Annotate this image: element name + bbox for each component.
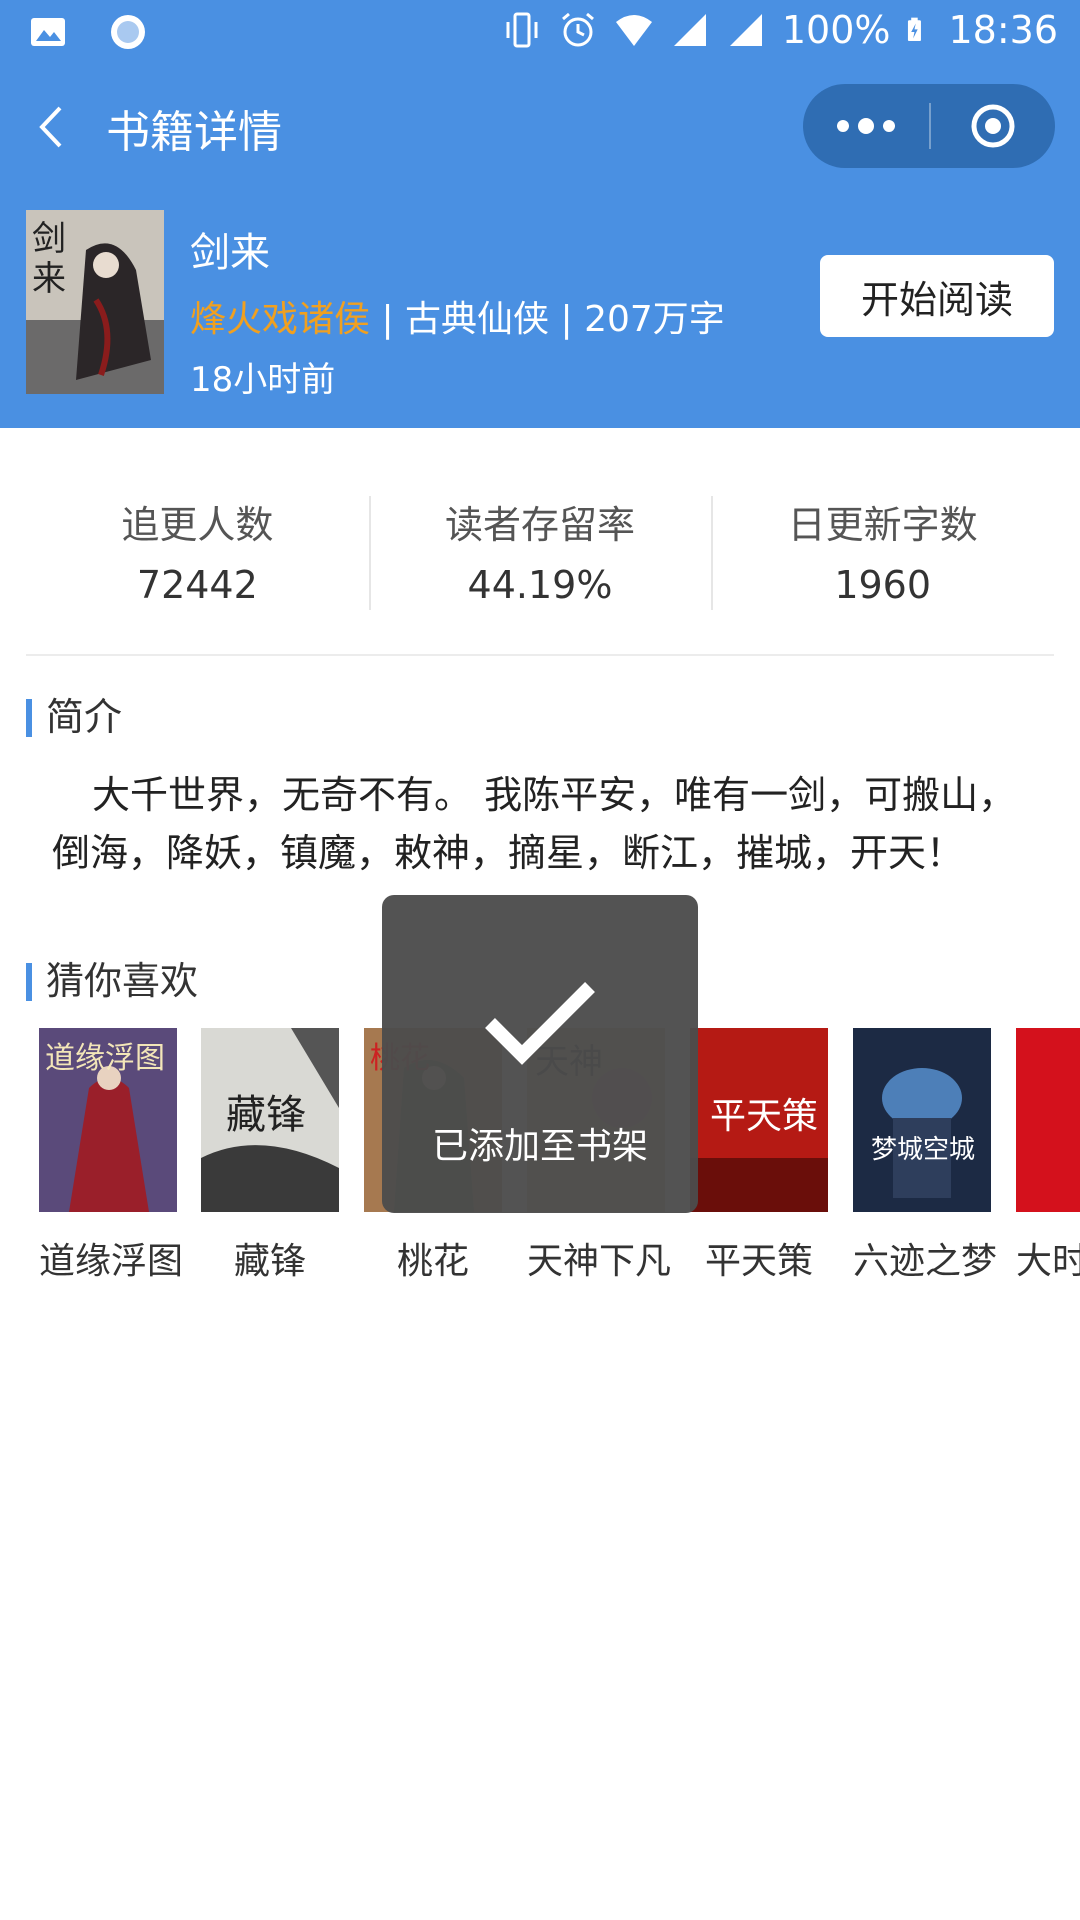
svg-text:剑: 剑 [32,219,66,259]
stat-followers: 追更人数 72442 [26,490,369,610]
recommend-item[interactable]: 平天策 平天策 [690,1028,828,1284]
book-word-count: 207万字 [584,299,725,340]
cover-title: 道缘浮图 [45,1041,165,1076]
more-icon-dot [858,118,874,134]
more-icon-dot [883,120,895,132]
target-icon [971,104,1015,148]
vibrate-icon [506,12,538,48]
recommend-title: 藏锋 [233,1241,306,1282]
book-genre: 古典仙侠 [405,299,550,340]
recommend-item[interactable]: 藏锋 藏锋 [201,1028,339,1284]
book-cover[interactable]: 剑 来 [26,210,164,394]
stat-retention: 读者存留率 44.19% [368,490,712,610]
cover-title: 梦城空城 [871,1135,975,1165]
recommend-cover: 平天策 [690,1028,828,1212]
book-stats: 追更人数 72442 读者存留率 44.19% 日更新字数 1960 [26,490,1054,610]
cover-title: 藏锋 [226,1092,306,1138]
meta-separator: | [549,299,585,340]
recommend-cover: 梦城空城 [853,1028,991,1212]
book-updated-time: 18小时前 [190,360,336,400]
stat-label: 读者存留率 [445,503,636,547]
mini-program-capsule [803,84,1055,168]
more-button[interactable] [803,84,929,168]
recommend-cover: 藏锋 [201,1028,339,1212]
recommend-heading: 猜你喜欢 [26,958,198,1004]
close-button[interactable] [931,84,1055,168]
recommend-cover: 道缘浮图 [39,1028,177,1212]
stat-label: 日更新字数 [787,503,978,547]
svg-text:来: 来 [32,259,66,299]
chevron-left-icon[interactable] [30,100,80,154]
signal-icon [673,14,706,46]
stat-value: 72442 [136,563,258,607]
page-title: 书籍详情 [106,107,282,158]
intro-text: 大千世界，无奇不有。 我陈平安，唯有一剑，可搬山，倒海，降妖，镇魔，敕神，摘星，… [52,773,1017,875]
more-icon [837,120,849,132]
toast: 已添加至书架 [382,895,698,1213]
battery-charging-icon [908,17,922,42]
image-icon [31,18,65,46]
recommend-title: 平天策 [704,1241,813,1282]
clock: 18:36 [948,8,1058,52]
recommend-item[interactable]: 道缘浮图 道缘浮图 [39,1028,184,1284]
recommend-title: 大时 [1016,1241,1080,1282]
stat-value: 1960 [834,563,932,607]
recommend-item[interactable]: 大时 [1016,1028,1080,1284]
book-header: 剑 来 剑来 烽火戏诸侯 | 古典仙侠 | 207万字 18小时前 开始阅读 [0,190,1080,428]
checkmark-icon [485,982,595,1065]
recommend-title: 六迹之梦 [853,1241,998,1282]
book-author[interactable]: 烽火戏诸侯 [190,299,370,340]
intro-heading: 简介 [26,694,122,740]
cover-title: 平天策 [710,1096,818,1137]
start-reading-button[interactable]: 开始阅读 [820,255,1054,337]
recommend-item[interactable]: 梦城空城 六迹之梦 [853,1028,998,1284]
status-bar: 100% 18:36 [0,0,1080,64]
battery-percent: 100% [781,8,891,52]
book-cover-image: 剑 来 [26,210,164,394]
stat-value: 44.19% [467,563,613,607]
alarm-icon [561,12,594,47]
stat-daily-words: 日更新字数 1960 [711,490,1054,610]
recommend-cover [1016,1028,1080,1212]
recommend-title: 天神下凡 [527,1241,672,1282]
recommend-title: 道缘浮图 [39,1241,184,1282]
book-title: 剑来 [190,230,270,276]
divider [26,654,1054,656]
record-icon [111,15,145,49]
nav-bar: 书籍详情 [0,64,1080,190]
toast-message: 已添加至书架 [431,1126,648,1167]
book-meta: 烽火戏诸侯 | 古典仙侠 | 207万字 [190,290,725,342]
wifi-icon [615,15,652,46]
recommend-title: 桃花 [396,1241,469,1282]
meta-separator: | [370,299,406,340]
stat-label: 追更人数 [121,503,274,547]
signal-icon [729,14,762,46]
